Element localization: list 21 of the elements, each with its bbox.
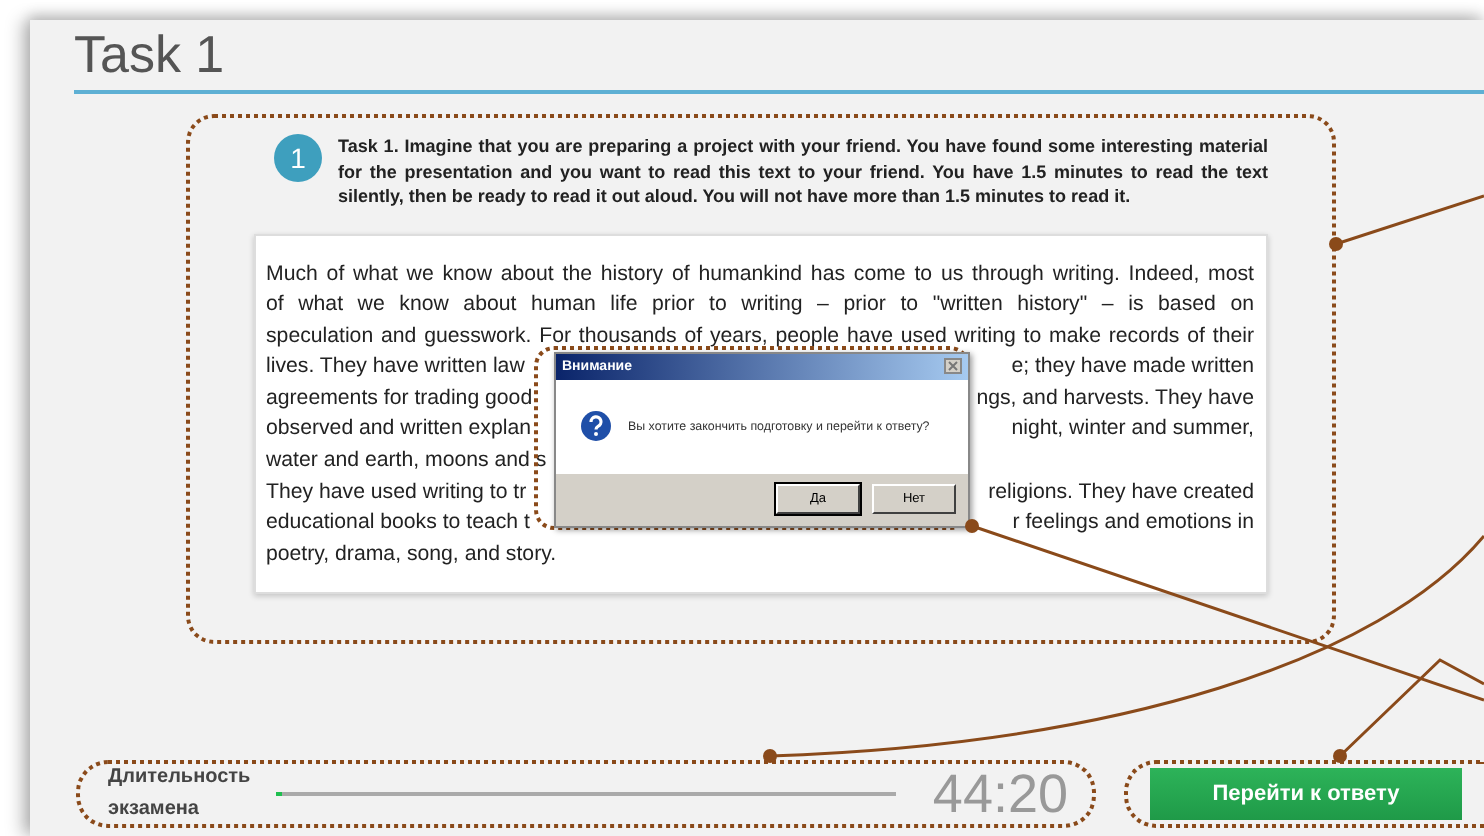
passage-text: observed and written explan [266, 416, 532, 445]
passage-text: night, winter and summer, [1011, 416, 1254, 445]
window-title: Task 1 [72, 22, 227, 88]
passage-text: lives. They have written law [266, 354, 525, 383]
duration-label: Длительность экзамена [108, 764, 248, 824]
passage-text: e; they have made written [1011, 354, 1254, 383]
close-icon[interactable] [944, 358, 962, 374]
question-icon [580, 410, 612, 442]
passage-text: educational books to teach t [266, 510, 530, 539]
passage-text: speculation and guesswork. For thousands of years, people have used writing to make records of their [266, 323, 1254, 352]
passage-text: r feelings and emotions in [1012, 510, 1254, 539]
passage-text: poetry, drama, song, and story. [266, 541, 559, 570]
passage-text: They have used writing to tr [266, 479, 527, 508]
passage-text: Much of what we know about the history of humankind has come to us through writing. Indeed, most [266, 261, 1254, 289]
passage-text: agreements for trading good [266, 385, 533, 414]
task-number: 1 [274, 134, 322, 182]
passage-text: ngs, and harvests. They have [976, 385, 1254, 414]
timer: 44:20 [932, 763, 1068, 825]
task-instruction: Task 1. Imagine that you are preparing a project with your friend. You have found some interesting material for the presentation and you want to read this text to your friend. You have 1.5 minutes to read the text silently, then be ready to read it out aloud. You will not have more than 1.5 minutes to read it. [338, 134, 1268, 209]
passage-text: religions. They have created [988, 479, 1254, 508]
passage-text: of what we know about human life prior to writing – prior to "written history" – is based on [266, 292, 1254, 321]
